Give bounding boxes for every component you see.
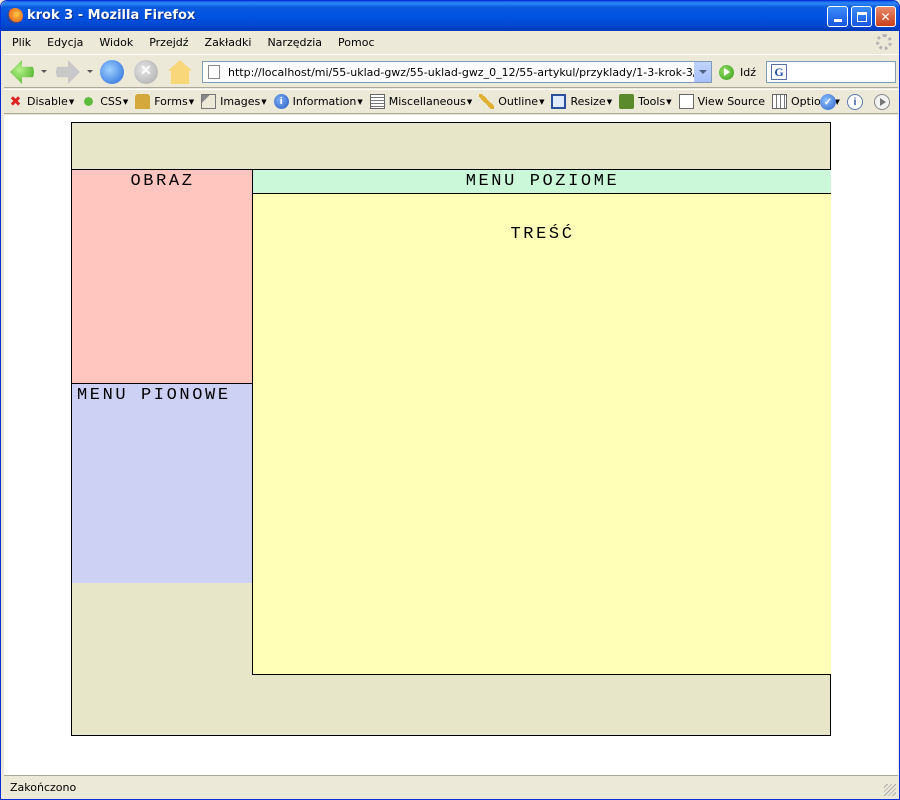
page-info-icon[interactable]: i <box>847 94 863 110</box>
home-icon[interactable] <box>168 60 192 84</box>
information-icon: i <box>273 94 289 109</box>
horizontal-menu-block: MENU POZIOME <box>252 169 831 194</box>
outline-icon <box>479 94 495 109</box>
devbar-forms-label: Forms <box>154 95 188 108</box>
window-title: krok 3 - Mozilla Firefox <box>27 8 196 23</box>
menu-edycja[interactable]: Edycja <box>47 36 83 49</box>
menu-narzedzia[interactable]: Narzędzia <box>267 36 322 49</box>
css-icon <box>81 94 97 109</box>
minimize-icon <box>833 19 842 22</box>
obraz-label: OBRAZ <box>130 172 195 191</box>
minimize-button[interactable] <box>827 6 848 27</box>
reload-icon[interactable] <box>100 60 124 84</box>
options-icon <box>771 94 787 109</box>
stop-icon[interactable] <box>134 60 158 84</box>
devbar-information-label: Information <box>292 95 357 108</box>
resize-icon <box>551 94 567 109</box>
vertical-menu-block: MENU PIONOWE <box>72 383 253 583</box>
chevron-down-icon: ▼ <box>466 97 473 106</box>
devbar-css-label: CSS <box>100 95 122 108</box>
devbar-disable-label: Disable <box>27 95 68 108</box>
devbar-outline-label: Outline <box>498 95 539 108</box>
devbar-images-label: Images <box>220 95 261 108</box>
horizontal-menu-label: MENU POZIOME <box>465 172 620 191</box>
close-icon: ✕ <box>880 9 891 24</box>
play-icon[interactable] <box>874 94 890 110</box>
chevron-down-icon: ▼ <box>606 97 613 106</box>
page-viewport[interactable]: OBRAZ MENU PIONOWE MENU POZIOME TREŚĆ <box>4 115 898 775</box>
search-engine-icon[interactable]: G <box>771 64 787 80</box>
status-bar: Zakończono <box>4 775 898 798</box>
vertical-menu-label: MENU PIONOWE <box>77 386 231 405</box>
menu-przejdz[interactable]: Przejdź <box>149 36 188 49</box>
maximize-button[interactable] <box>851 6 872 27</box>
url-bar[interactable]: http://localhost/mi/55-uklad-gwz/55-ukla… <box>202 61 712 83</box>
menu-pomoc[interactable]: Pomoc <box>338 36 374 49</box>
search-input[interactable]: G <box>766 61 896 83</box>
go-icon[interactable] <box>719 65 734 80</box>
chevron-down-icon: ▼ <box>539 97 545 106</box>
chevron-down-icon: ▼ <box>261 97 267 106</box>
devbar-css[interactable]: CSS ▼ <box>81 94 128 109</box>
devbar-view-source-label: View Source <box>697 95 765 108</box>
devbar-miscellaneous-label: Miscellaneous <box>388 95 466 108</box>
url-text[interactable]: http://localhost/mi/55-uklad-gwz/55-ukla… <box>228 66 698 79</box>
navigation-toolbar: http://localhost/mi/55-uklad-gwz/55-ukla… <box>4 54 898 88</box>
firefox-logo-icon <box>7 8 23 24</box>
chevron-down-icon: ▼ <box>68 97 75 106</box>
content-block: TREŚĆ <box>252 193 831 675</box>
devbar-view-source[interactable]: View Source <box>678 94 765 109</box>
chevron-down-icon: ▼ <box>357 97 363 106</box>
devbar-resize-label: Resize <box>570 95 606 108</box>
devbar-disable[interactable]: ✖ Disable ▼ <box>8 93 75 110</box>
close-button[interactable]: ✕ <box>875 6 896 27</box>
forward-history-dropdown[interactable] <box>87 70 93 73</box>
web-developer-toolbar: ✖ Disable ▼ CSS ▼ Forms ▼ Images ▼ i Inf… <box>4 89 898 114</box>
devbar-tools-label: Tools <box>638 95 666 108</box>
devbar-miscellaneous[interactable]: Miscellaneous ▼ <box>369 94 473 109</box>
forms-icon <box>135 94 151 109</box>
devbar-outline[interactable]: Outline ▼ <box>479 94 544 109</box>
devbar-tools[interactable]: Tools ▼ <box>619 94 672 109</box>
layout-wrapper: OBRAZ MENU PIONOWE MENU POZIOME TREŚĆ <box>71 122 831 736</box>
disable-icon: ✖ <box>9 93 22 110</box>
devbar-forms[interactable]: Forms ▼ <box>135 94 194 109</box>
menu-bar: Plik Edycja Widok Przejdź Zakładki Narzę… <box>4 31 898 53</box>
menu-zakladki[interactable]: Zakładki <box>205 36 252 49</box>
page-icon <box>208 65 220 79</box>
chevron-down-icon: ▼ <box>122 97 129 106</box>
devbar-images[interactable]: Images ▼ <box>201 94 267 109</box>
view-source-icon <box>678 94 694 109</box>
chevron-down-icon: ▼ <box>666 97 672 106</box>
tools-icon <box>619 94 635 109</box>
maximize-icon <box>856 11 867 22</box>
devbar-information[interactable]: i Information ▼ <box>273 94 363 109</box>
images-icon <box>201 94 217 109</box>
validation-check-icon[interactable]: ✓ <box>820 94 836 110</box>
menu-widok[interactable]: Widok <box>99 36 133 49</box>
obraz-block: OBRAZ <box>72 169 253 383</box>
url-history-dropdown[interactable] <box>694 62 711 82</box>
throbber-icon <box>876 34 892 50</box>
back-history-dropdown[interactable] <box>41 70 47 73</box>
status-text: Zakończono <box>10 781 77 794</box>
miscellaneous-icon <box>369 94 385 109</box>
resize-grip-icon[interactable] <box>884 784 896 796</box>
content-label: TREŚĆ <box>510 225 575 244</box>
back-arrow-icon[interactable] <box>10 60 34 84</box>
browser-window: krok 3 - Mozilla Firefox ✕ Plik Edycja W… <box>0 0 900 800</box>
menu-plik[interactable]: Plik <box>12 36 31 49</box>
chevron-down-icon <box>699 70 707 74</box>
devbar-resize[interactable]: Resize ▼ <box>551 94 612 109</box>
forward-arrow-icon[interactable] <box>56 60 80 84</box>
chevron-down-icon: ▼ <box>188 97 195 106</box>
title-bar[interactable]: krok 3 - Mozilla Firefox ✕ <box>1 1 899 31</box>
go-button-label[interactable]: Idź <box>740 66 756 79</box>
